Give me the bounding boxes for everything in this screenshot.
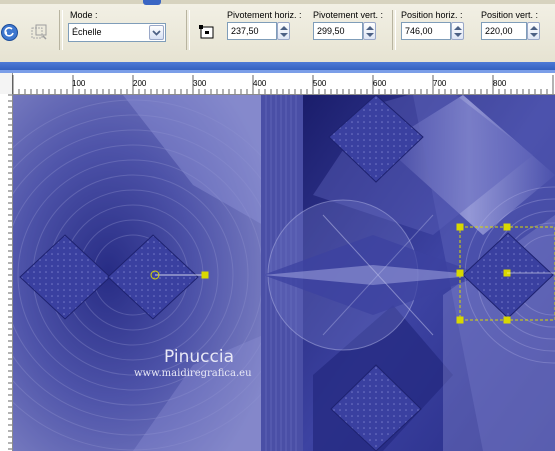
- toolbar-top-strip: [0, 0, 555, 4]
- ruler-label: 700: [433, 79, 447, 88]
- apply-icon[interactable]: [30, 23, 48, 41]
- reset-icon[interactable]: [1, 24, 18, 41]
- ruler-label: 500: [313, 79, 327, 88]
- position-h-input[interactable]: 746,00: [401, 22, 451, 40]
- chevron-down-icon[interactable]: [149, 25, 164, 40]
- ruler-label: 600: [373, 79, 387, 88]
- ruler-label: 100: [72, 79, 86, 88]
- mode-value: Échelle: [72, 27, 102, 37]
- ruler-ticks: [8, 94, 12, 450]
- pivot-v-input[interactable]: 299,50: [313, 22, 363, 40]
- pivot-point-icon[interactable]: [199, 24, 216, 41]
- ruler-label: 400: [253, 79, 267, 88]
- position-v-label: Position vert. :: [481, 10, 539, 20]
- watermark-url: www.maidiregrafica.eu: [134, 368, 252, 379]
- position-v-input[interactable]: 220,00: [481, 22, 527, 40]
- ruler-label: 200: [133, 79, 147, 88]
- tool-options-bar: Mode : Échelle Pivotement horiz. : 237,5…: [0, 0, 555, 62]
- toolbar-separator: [59, 10, 63, 50]
- ruler-label: 800: [493, 79, 507, 88]
- tab-button-selected[interactable]: [143, 0, 161, 5]
- position-h-label: Position horiz. :: [401, 10, 463, 20]
- pivot-h-label: Pivotement horiz. :: [227, 10, 302, 20]
- image-canvas[interactable]: Pinuccia www.maidiregrafica.eu: [13, 95, 555, 451]
- pivot-v-label: Pivotement vert. :: [313, 10, 384, 20]
- pivot-h-input[interactable]: 237,50: [227, 22, 277, 40]
- position-h-stepper[interactable]: [451, 22, 464, 40]
- watermark-name: Pinuccia: [164, 347, 234, 367]
- position-v-stepper[interactable]: [527, 22, 540, 40]
- mode-label: Mode :: [70, 10, 98, 20]
- artwork: [13, 95, 555, 451]
- toolbar-separator: [392, 10, 396, 50]
- pivot-v-stepper[interactable]: [363, 22, 376, 40]
- toolbar-separator: [186, 10, 190, 50]
- vertical-ruler: [0, 94, 13, 451]
- horizontal-ruler: 100 200 300 400 500 600 700 800: [0, 73, 555, 95]
- mode-dropdown[interactable]: Échelle: [68, 23, 166, 42]
- pivot-h-stepper[interactable]: [277, 22, 290, 40]
- ruler-label: 300: [193, 79, 207, 88]
